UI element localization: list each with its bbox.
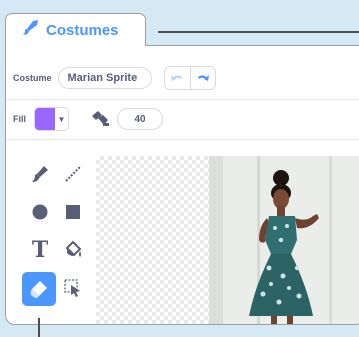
select-tool[interactable]: [57, 272, 89, 304]
chevron-down-icon: ▼: [55, 108, 68, 130]
eraser-icon: [30, 281, 47, 298]
undo-redo-group: [163, 66, 216, 90]
undo-button[interactable]: [164, 67, 190, 89]
text-icon: T: [31, 237, 49, 263]
outline-size-icon: [92, 111, 109, 126]
costume-row: Costume Marian Sprite: [13, 66, 216, 90]
fill-label: Fill: [13, 114, 26, 124]
divider: [6, 99, 359, 100]
redo-button[interactable]: [189, 67, 215, 89]
fill-color-picker[interactable]: ▼: [34, 107, 69, 131]
fill-bucket-icon: [65, 240, 82, 257]
costume-label: Costume: [13, 73, 52, 83]
rectangle-tool[interactable]: [57, 196, 89, 228]
line-icon: [65, 166, 81, 182]
circle-icon: [32, 204, 48, 220]
fill-tool[interactable]: [57, 234, 89, 266]
brush-icon: [32, 166, 48, 182]
brush-icon: [20, 19, 40, 42]
outline-size-input[interactable]: 40: [117, 108, 163, 130]
select-icon: [64, 279, 80, 297]
divider: [6, 139, 359, 140]
costume-name-input[interactable]: Marian Sprite: [57, 67, 152, 89]
paint-editor: Costume Marian Sprite Fill ▼ 40 T: [5, 45, 359, 325]
tab-costumes[interactable]: Costumes: [5, 13, 146, 46]
redo-icon: [197, 75, 209, 81]
fill-color-swatch: [35, 108, 55, 130]
undo-icon: [171, 75, 183, 81]
costume-photo: [209, 156, 359, 324]
callout-line: [158, 31, 359, 33]
paint-canvas[interactable]: [96, 156, 359, 324]
callout-pointer: [38, 318, 40, 337]
line-tool[interactable]: [57, 158, 89, 190]
rectangle-icon: [66, 205, 80, 219]
fill-row: Fill ▼ 40: [13, 106, 163, 132]
text-tool[interactable]: T: [24, 234, 56, 266]
circle-tool[interactable]: [24, 196, 56, 228]
tab-label: Costumes: [46, 21, 119, 39]
eraser-tool[interactable]: [22, 272, 56, 306]
brush-tool[interactable]: [24, 158, 56, 190]
